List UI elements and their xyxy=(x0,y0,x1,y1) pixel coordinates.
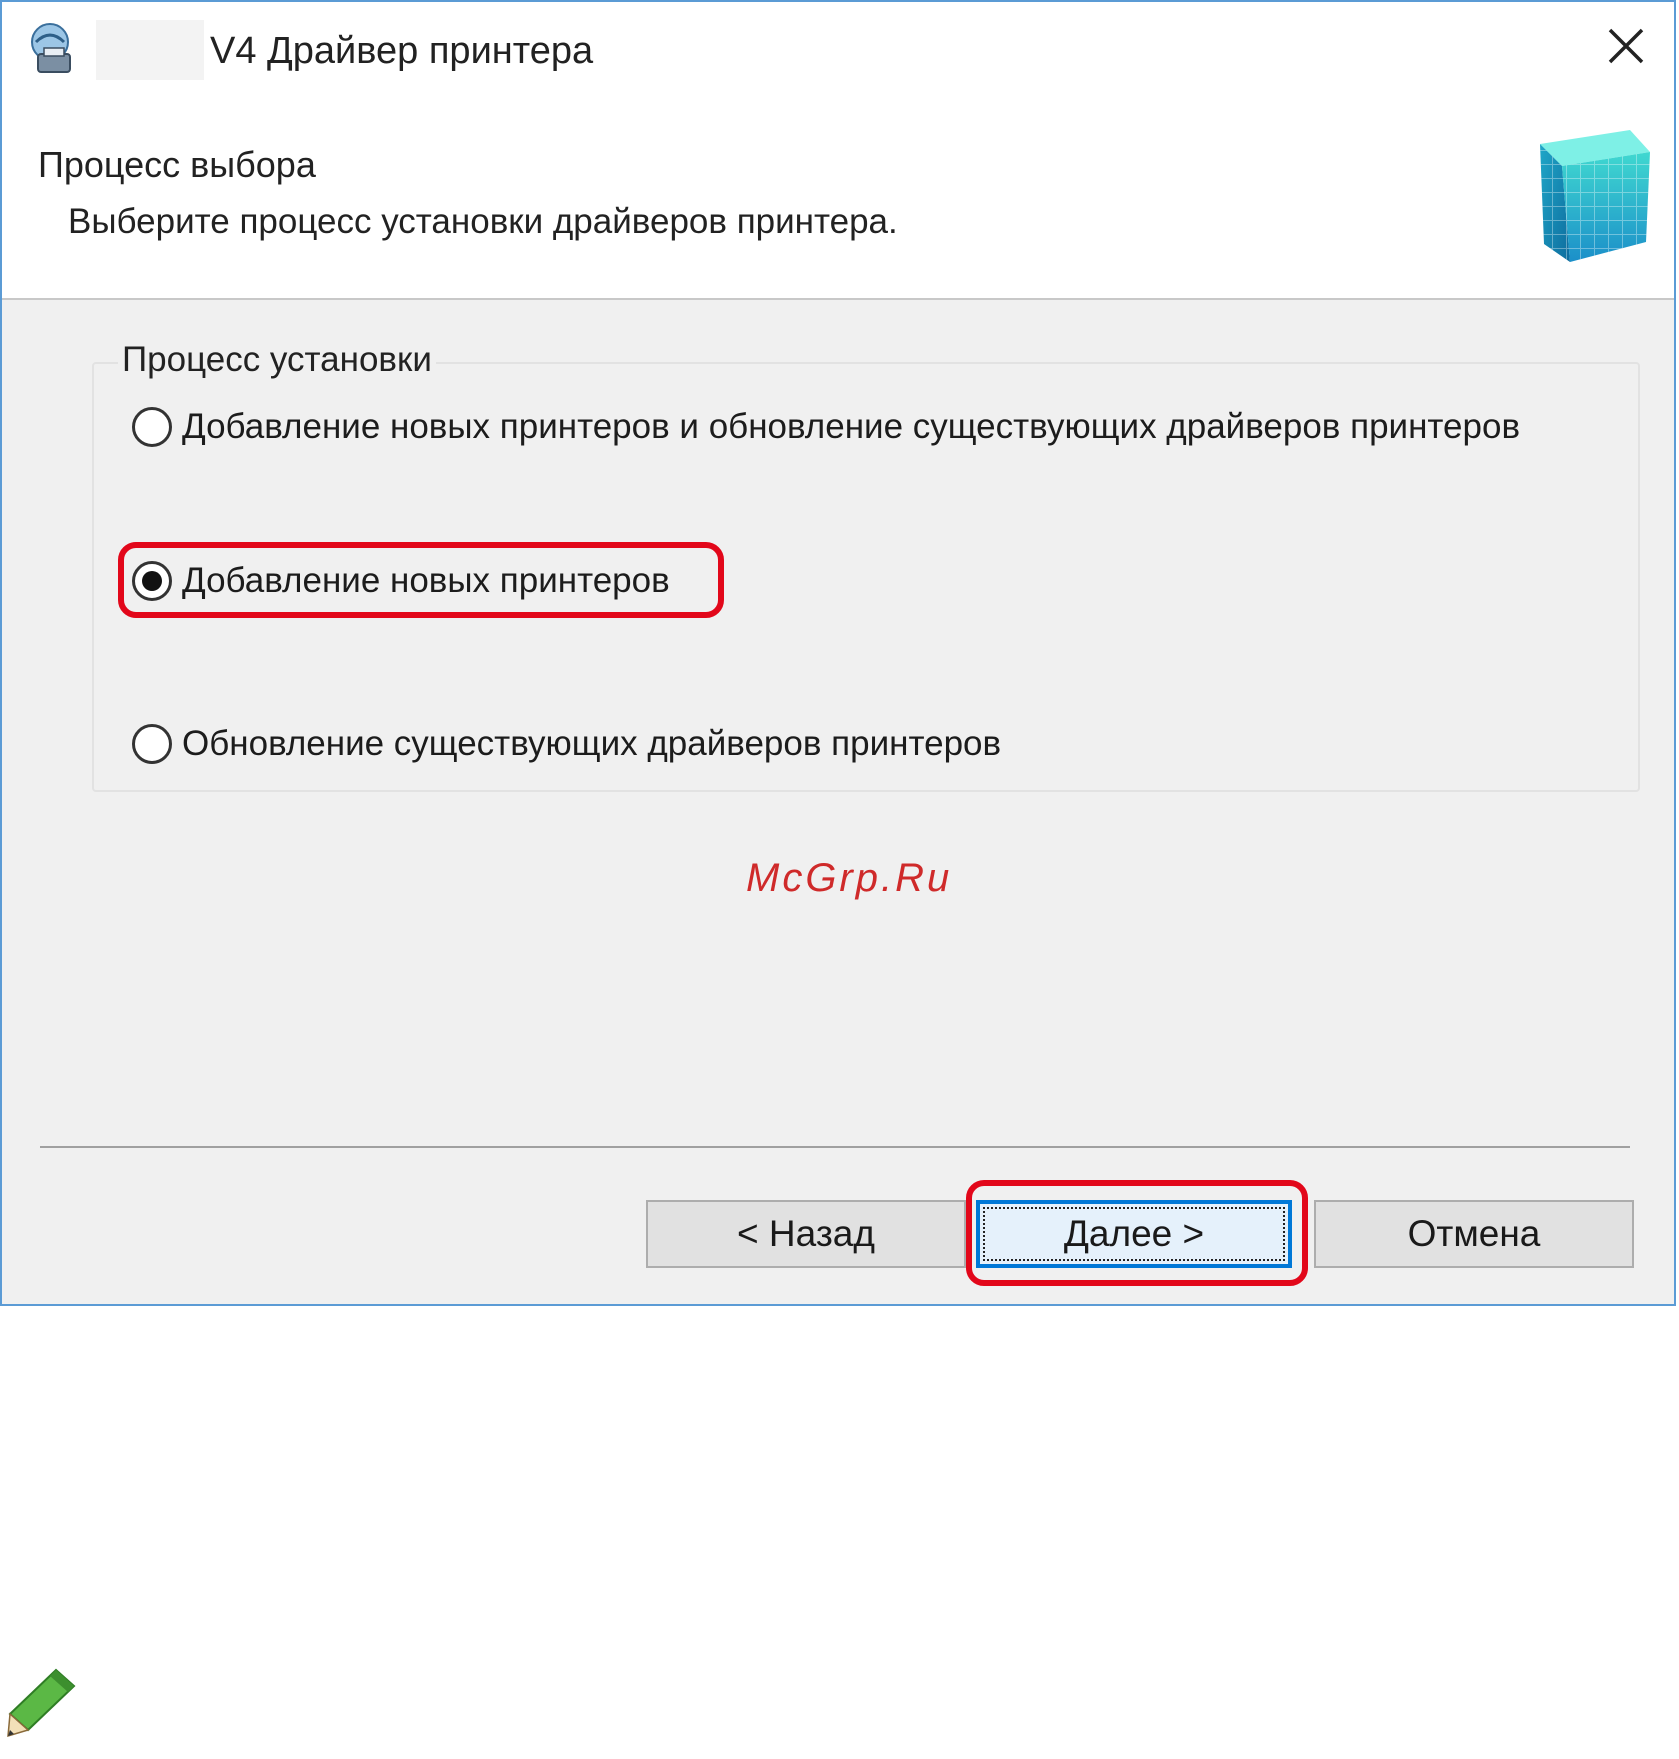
option-label: Добавление новых принтеров xyxy=(182,561,670,600)
radio-button[interactable] xyxy=(132,407,172,447)
installer-dialog: V4 Драйвер принтера Процесс выбора Выбер… xyxy=(0,0,1676,1306)
wizard-header: V4 Драйвер принтера Процесс выбора Выбер… xyxy=(2,2,1674,300)
window-title: V4 Драйвер принтера xyxy=(210,30,594,72)
page-title: Процесс выбора xyxy=(38,144,316,185)
printer-setup-icon xyxy=(31,23,71,73)
option-label: Обновление существующих драйверов принте… xyxy=(182,724,1002,763)
option-add-new-printers[interactable]: Добавление новых принтеров xyxy=(132,561,670,601)
page-subtitle: Выберите процесс установки драйверов при… xyxy=(68,202,898,241)
cube-icon xyxy=(1540,130,1650,262)
option-update-drivers[interactable]: Обновление существующих драйверов принте… xyxy=(132,724,1001,764)
pencil-icon xyxy=(7,1668,76,1738)
option-label: Добавление новых принтеров и обновление … xyxy=(182,407,1521,446)
radio-button[interactable] xyxy=(132,724,172,764)
option-add-and-update[interactable]: Добавление новых принтеров и обновление … xyxy=(132,407,1520,447)
group-legend: Процесс установки xyxy=(118,340,436,380)
back-button[interactable]: < Назад xyxy=(646,1200,966,1268)
cancel-button[interactable]: Отмена xyxy=(1314,1200,1634,1268)
watermark: McGrp.Ru xyxy=(746,856,953,900)
close-icon[interactable] xyxy=(1596,16,1656,76)
radio-button-selected[interactable] xyxy=(132,561,172,601)
next-button[interactable]: Далее > xyxy=(976,1200,1292,1268)
title-redacted-area xyxy=(96,20,204,80)
divider xyxy=(40,1146,1630,1148)
